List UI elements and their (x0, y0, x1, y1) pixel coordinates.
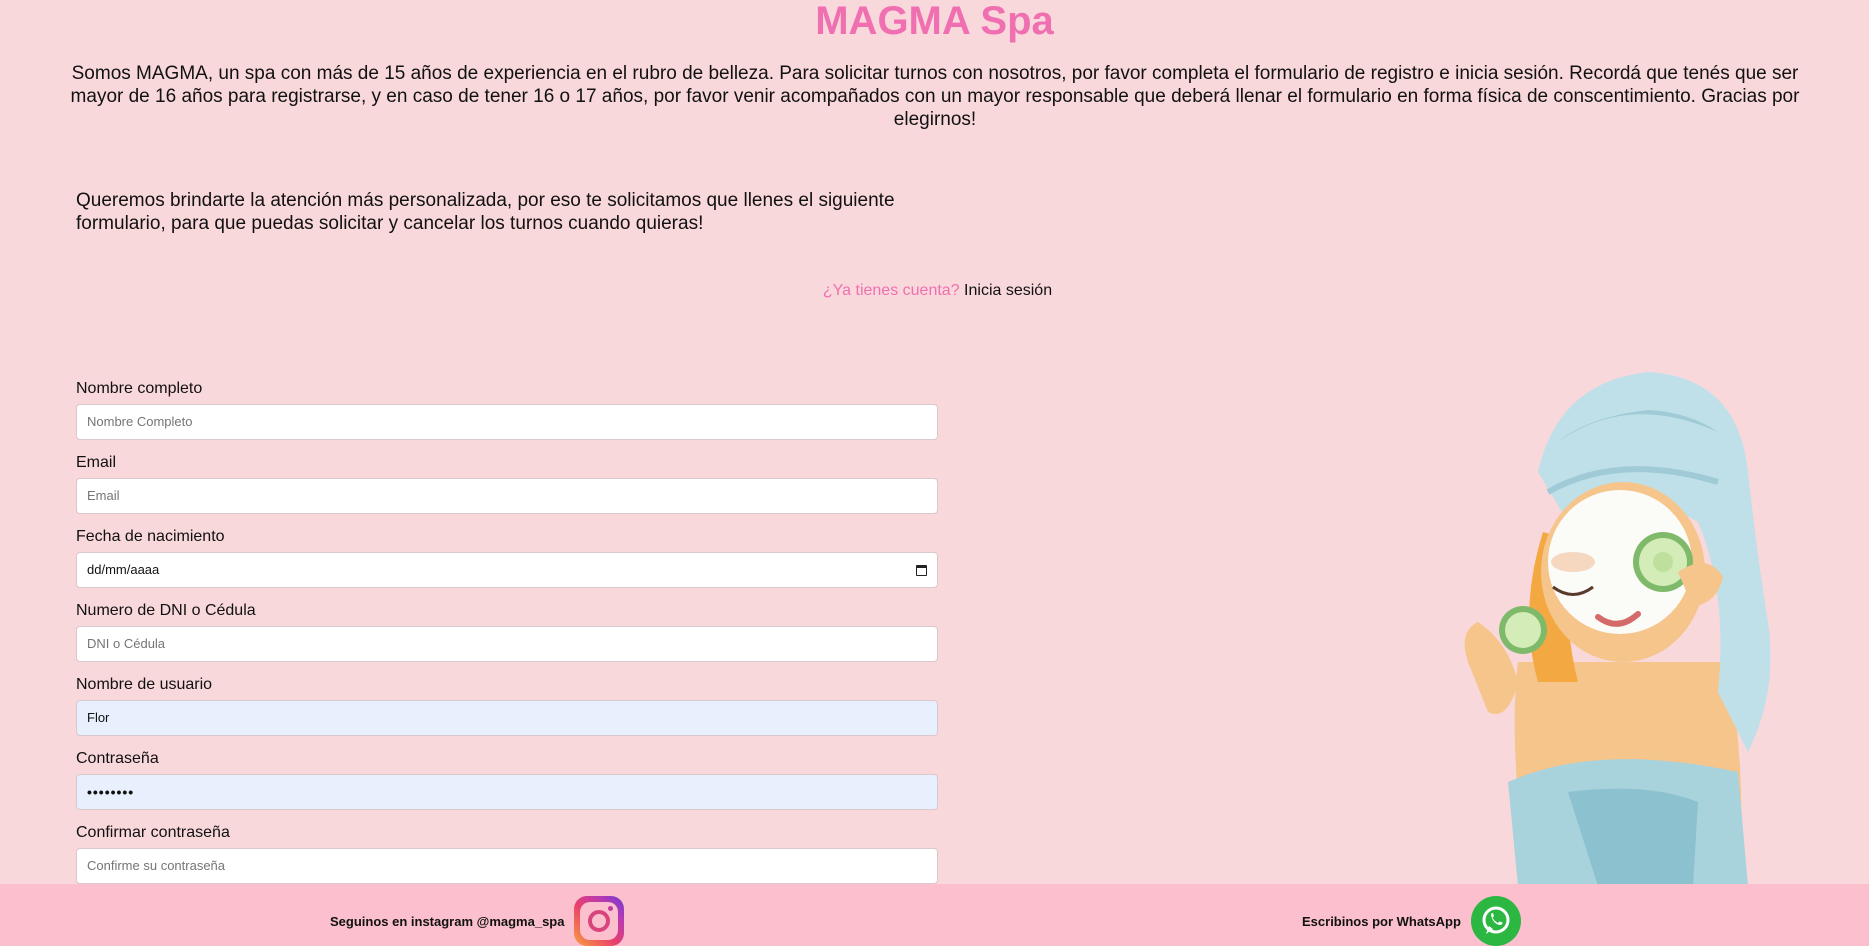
confirm-password-input[interactable]: Confirme su contraseña (76, 848, 938, 884)
password-input[interactable]: •••••••• (76, 774, 938, 810)
calendar-icon[interactable] (916, 564, 927, 576)
full-name-input[interactable]: Nombre Completo (76, 404, 938, 440)
field-confirm-password: Confirmar contraseña Confirme su contras… (76, 824, 938, 884)
spa-woman-illustration (1464, 372, 1771, 886)
intro-text: Somos MAGMA, un spa con más de 15 años d… (70, 63, 1800, 130)
field-full-name: Nombre completo Nombre Completo (76, 380, 938, 440)
confirm-password-label: Confirmar contraseña (76, 824, 230, 841)
field-birthdate: Fecha de nacimiento dd/mm/aaaa (76, 528, 938, 588)
login-question: ¿Ya tienes cuenta? (822, 282, 960, 299)
email-placeholder: Email (87, 488, 120, 503)
username-value: Flor (87, 710, 110, 725)
password-value: •••••••• (87, 784, 135, 800)
email-label: Email (76, 454, 117, 471)
login-link[interactable]: Inicia sesión (964, 282, 1052, 299)
field-username: Nombre de usuario Flor (76, 676, 938, 736)
whatsapp-section: Escribinos por WhatsApp (1302, 896, 1521, 946)
form-intro-text: Queremos brindarte la atención más perso… (76, 190, 895, 234)
site-title: MAGMA Spa (815, 0, 1054, 43)
dni-placeholder: DNI o Cédula (87, 636, 166, 651)
field-email: Email Email (76, 454, 938, 514)
full-name-label: Nombre completo (76, 380, 203, 397)
birthdate-label: Fecha de nacimiento (76, 528, 225, 545)
confirm-password-placeholder: Confirme su contraseña (87, 858, 226, 873)
instagram-text: Seguinos en instagram @magma_spa (330, 913, 565, 929)
field-dni: Numero de DNI o Cédula DNI o Cédula (76, 602, 938, 662)
whatsapp-text: Escribinos por WhatsApp (1302, 913, 1461, 929)
birthdate-input[interactable]: dd/mm/aaaa (76, 552, 938, 588)
dni-input[interactable]: DNI o Cédula (76, 626, 938, 662)
footer: Seguinos en instagram @magma_spa Escribi… (0, 884, 1869, 946)
whatsapp-icon[interactable] (1470, 896, 1521, 946)
field-password: Contraseña •••••••• (76, 750, 938, 810)
password-label: Contraseña (76, 750, 159, 767)
full-name-placeholder: Nombre Completo (87, 414, 193, 429)
dni-label: Numero de DNI o Cédula (76, 602, 256, 619)
email-input[interactable]: Email (76, 478, 938, 514)
instagram-icon[interactable] (574, 896, 625, 946)
login-prompt: ¿Ya tienes cuenta? Inicia sesión (0, 282, 1869, 300)
username-label: Nombre de usuario (76, 676, 213, 693)
birthdate-placeholder: dd/mm/aaaa (87, 562, 160, 577)
username-input[interactable]: Flor (76, 700, 938, 736)
instagram-section: Seguinos en instagram @magma_spa (330, 896, 625, 946)
registration-form: Nombre completo Nombre Completo Email Em… (76, 380, 938, 898)
